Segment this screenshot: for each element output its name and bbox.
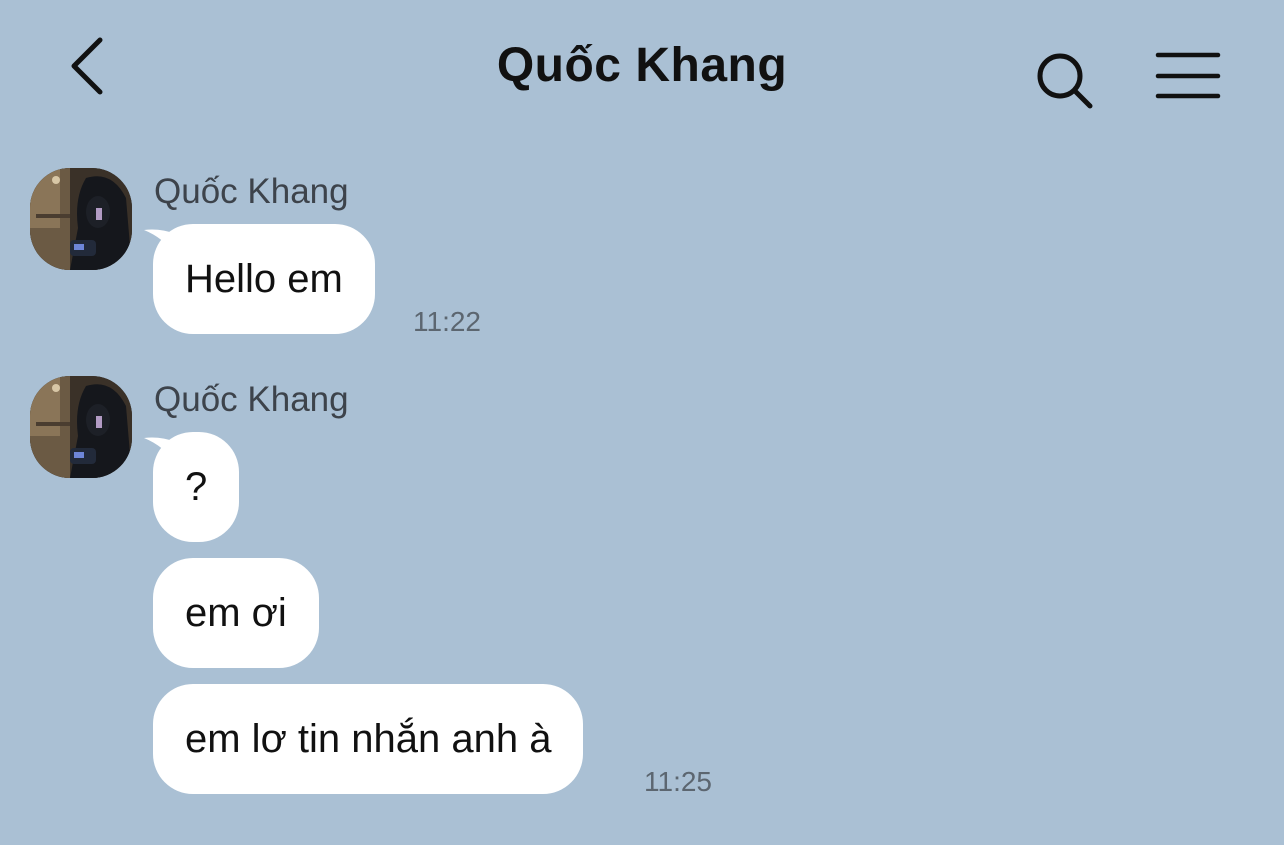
chat-header: Quốc Khang [0,0,1284,130]
message-time: 11:25 [644,766,712,797]
chevron-left-icon [71,37,103,95]
search-button[interactable] [1032,48,1098,114]
hamburger-menu-icon [1155,52,1221,99]
message-time: 11:22 [413,306,481,337]
message-bubble[interactable]: em ơi [153,558,319,668]
avatar[interactable] [30,168,132,270]
sender-name: Quốc Khang [154,380,349,419]
chat-title: Quốc Khang [496,39,788,92]
avatar[interactable] [30,376,132,478]
message-bubble[interactable]: em lơ tin nhắn anh à [153,684,584,794]
message-bubble[interactable]: Hello em [153,224,375,334]
message-bubble[interactable]: ? [153,432,239,542]
avatar-photo-icon [30,168,132,270]
menu-button[interactable] [1154,50,1222,102]
avatar-photo-icon [30,376,132,478]
search-icon [1037,53,1093,109]
back-button[interactable] [56,34,120,98]
sender-name: Quốc Khang [154,172,349,211]
